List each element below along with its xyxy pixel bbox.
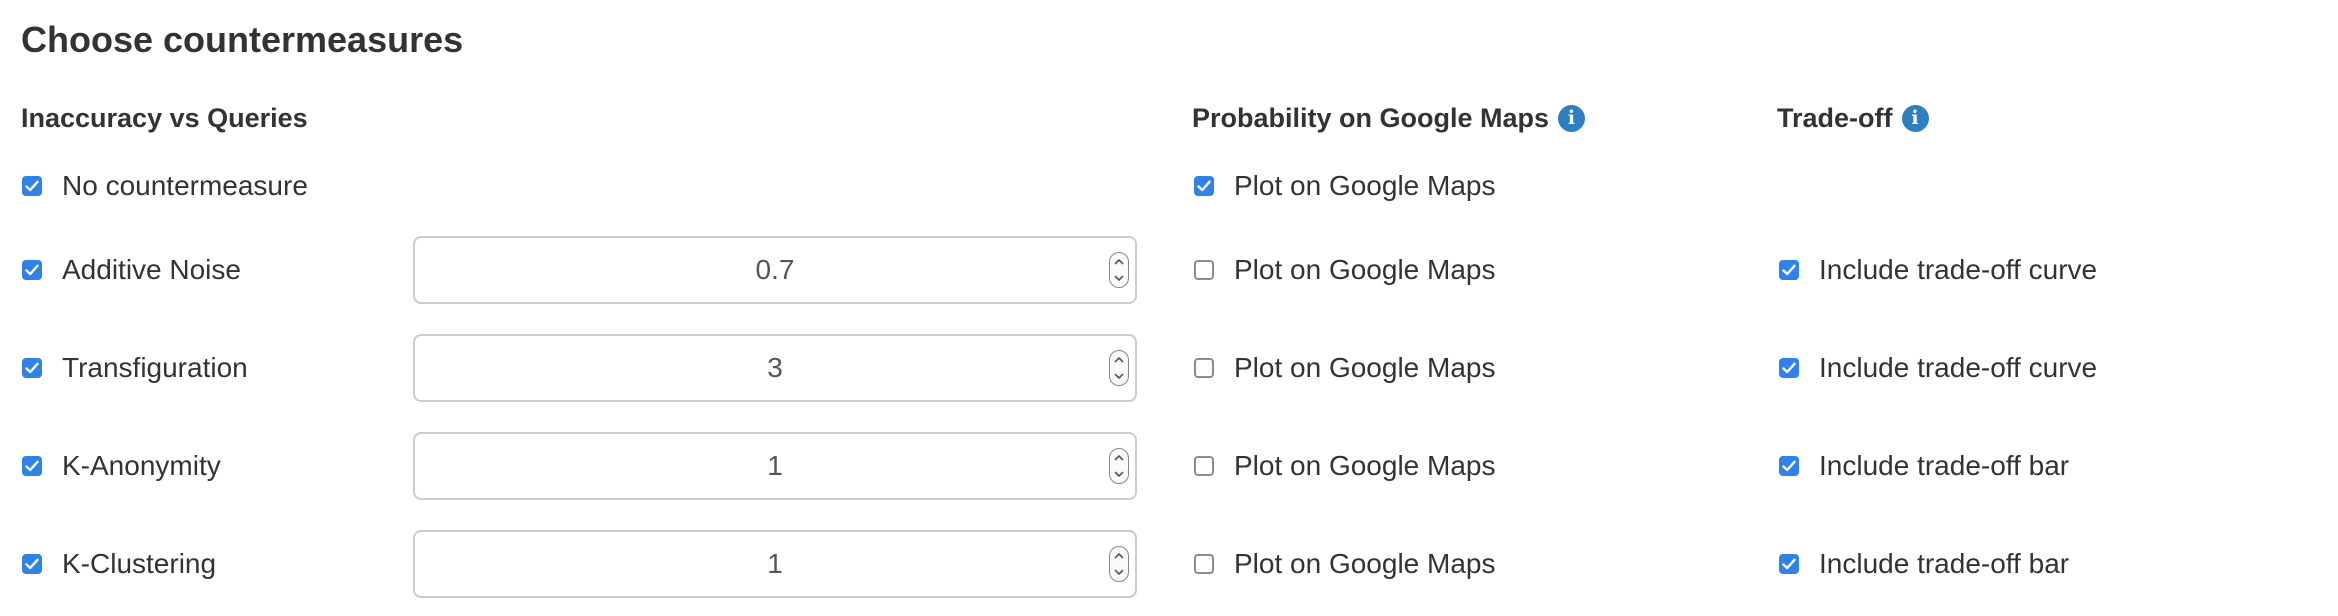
checkbox-additive-noise[interactable]: Additive Noise	[22, 250, 241, 290]
spinner-control[interactable]	[1109, 252, 1129, 288]
checkbox-label: Plot on Google Maps	[1234, 548, 1496, 579]
checkbox-checked-icon[interactable]	[1779, 358, 1799, 378]
checkbox-checked-icon[interactable]	[22, 358, 42, 378]
spinner-control[interactable]	[1109, 350, 1129, 386]
checkbox-label: Transfiguration	[62, 352, 248, 383]
checkbox-checked-icon[interactable]	[22, 260, 42, 280]
header-probability-google-maps: Probability on Google Maps i	[1192, 98, 1586, 138]
spin-down-icon[interactable]	[1110, 466, 1128, 483]
k-clustering-number-input[interactable]: 1	[413, 530, 1137, 598]
checkbox-plot-google-maps[interactable]: Plot on Google Maps	[1194, 250, 1496, 290]
k-anonymity-number-input[interactable]: 1	[413, 432, 1137, 500]
spinner-control[interactable]	[1109, 448, 1129, 484]
checkbox-unchecked-icon[interactable]	[1194, 554, 1214, 574]
transfiguration-number-input[interactable]: 3	[413, 334, 1137, 402]
checkbox-plot-google-maps[interactable]: Plot on Google Maps	[1194, 348, 1496, 388]
checkbox-label: K-Anonymity	[62, 450, 221, 481]
checkbox-label: Plot on Google Maps	[1234, 450, 1496, 481]
checkbox-include-trade-off[interactable]: Include trade-off curve	[1779, 348, 2097, 388]
spin-up-icon[interactable]	[1110, 253, 1128, 270]
checkbox-checked-icon[interactable]	[22, 456, 42, 476]
checkbox-checked-icon[interactable]	[22, 554, 42, 574]
checkbox-plot-google-maps[interactable]: Plot on Google Maps	[1194, 544, 1496, 584]
checkbox-label: No countermeasure	[62, 170, 308, 201]
checkbox-plot-google-maps[interactable]: Plot on Google Maps	[1194, 166, 1496, 206]
spin-down-icon[interactable]	[1110, 564, 1128, 581]
page-title: Choose countermeasures	[21, 19, 464, 60]
checkbox-checked-icon[interactable]	[1194, 176, 1214, 196]
spin-up-icon[interactable]	[1110, 547, 1128, 564]
header-inaccuracy-label: Inaccuracy vs Queries	[21, 103, 308, 133]
info-icon[interactable]: i	[1901, 104, 1929, 132]
checkbox-label: Include trade-off curve	[1819, 254, 2098, 285]
additive-noise-number-input[interactable]: 0.7	[413, 236, 1137, 304]
header-trade-off: Trade-off i	[1777, 98, 1929, 138]
checkbox-label: K-Clustering	[62, 548, 217, 579]
checkbox-label: Plot on Google Maps	[1234, 352, 1496, 383]
checkbox-unchecked-icon[interactable]	[1194, 358, 1214, 378]
checkbox-label: Plot on Google Maps	[1234, 170, 1496, 201]
checkbox-checked-icon[interactable]	[1779, 554, 1799, 574]
spin-down-icon[interactable]	[1110, 270, 1128, 287]
info-icon[interactable]: i	[1558, 104, 1586, 132]
checkbox-unchecked-icon[interactable]	[1194, 260, 1214, 280]
countermeasures-panel: Choose countermeasures Inaccuracy vs Que…	[0, 0, 2338, 616]
checkbox-checked-icon[interactable]	[22, 176, 42, 196]
header-inaccuracy-vs-queries: Inaccuracy vs Queries	[21, 98, 308, 138]
checkbox-label: Include trade-off curve	[1819, 352, 2098, 383]
spin-up-icon[interactable]	[1110, 351, 1128, 368]
number-input-value[interactable]: 1	[415, 434, 1095, 498]
checkbox-include-trade-off[interactable]: Include trade-off bar	[1779, 446, 2069, 486]
checkbox-label: Include trade-off bar	[1819, 548, 2070, 579]
checkbox-transfiguration[interactable]: Transfiguration	[22, 348, 248, 388]
number-input-value[interactable]: 3	[415, 336, 1095, 400]
number-input-value[interactable]: 0.7	[415, 238, 1095, 302]
checkbox-checked-icon[interactable]	[1779, 456, 1799, 476]
header-tradeoff-label: Trade-off	[1777, 103, 1893, 133]
spinner-control[interactable]	[1109, 546, 1129, 582]
checkbox-label: Additive Noise	[62, 254, 241, 285]
number-input-value[interactable]: 1	[415, 532, 1095, 596]
spin-up-icon[interactable]	[1110, 449, 1128, 466]
checkbox-unchecked-icon[interactable]	[1194, 456, 1214, 476]
checkbox-include-trade-off[interactable]: Include trade-off bar	[1779, 544, 2069, 584]
checkbox-k-anonymity[interactable]: K-Anonymity	[22, 446, 221, 486]
spin-down-icon[interactable]	[1110, 368, 1128, 385]
checkbox-plot-google-maps[interactable]: Plot on Google Maps	[1194, 446, 1496, 486]
checkbox-no-countermeasure[interactable]: No countermeasure	[22, 166, 308, 206]
header-probability-label: Probability on Google Maps	[1192, 103, 1550, 133]
checkbox-checked-icon[interactable]	[1779, 260, 1799, 280]
checkbox-include-trade-off[interactable]: Include trade-off curve	[1779, 250, 2097, 290]
checkbox-k-clustering[interactable]: K-Clustering	[22, 544, 216, 584]
checkbox-label: Include trade-off bar	[1819, 450, 2070, 481]
checkbox-label: Plot on Google Maps	[1234, 254, 1496, 285]
